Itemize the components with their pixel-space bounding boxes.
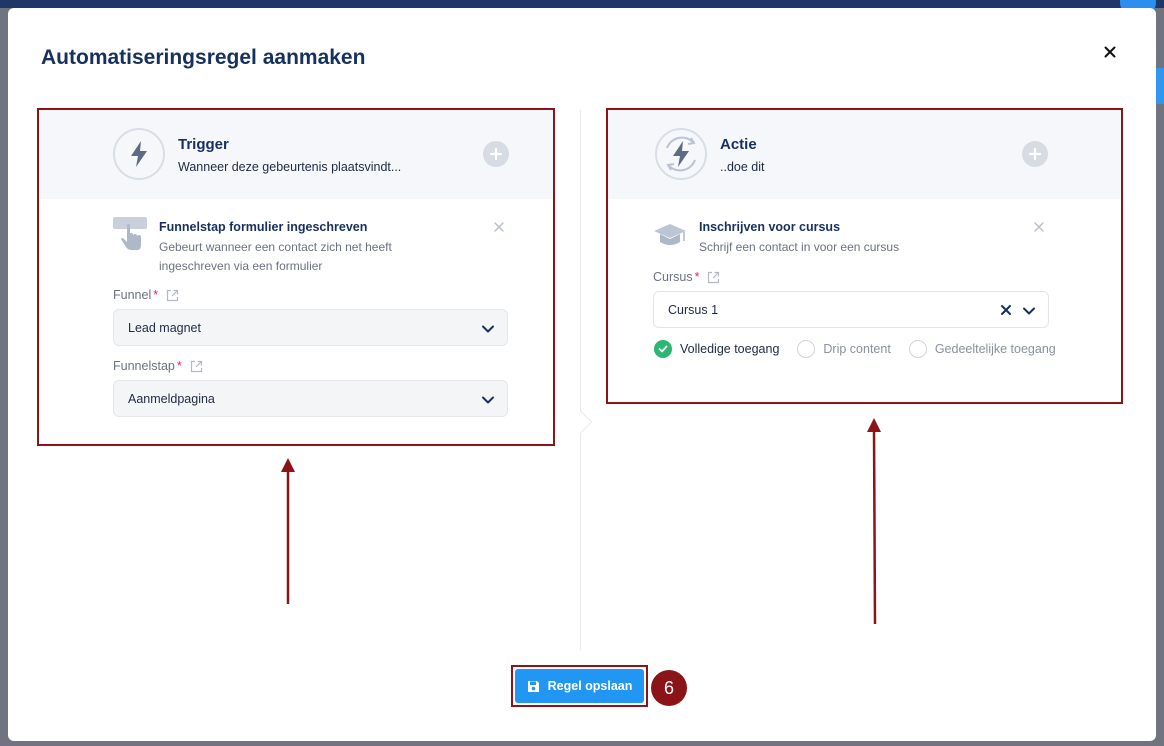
course-select-value: Cursus 1: [668, 302, 719, 317]
hand-pointer-icon: [113, 216, 149, 257]
check-icon: [654, 340, 672, 358]
close-icon: [1034, 222, 1044, 232]
funnelstep-label: Funnelstap *: [113, 359, 203, 373]
course-label: Cursus *: [653, 270, 720, 284]
course-select[interactable]: Cursus 1: [653, 291, 1049, 328]
trigger-item-title: Funnelstap formulier ingeschreven: [159, 220, 368, 234]
action-panel: Actie ..doe dit Inschrijven voor cursus …: [608, 110, 1121, 402]
lightning-icon: [113, 128, 165, 180]
access-option-full[interactable]: Volledige toegang: [654, 340, 779, 358]
external-link-icon[interactable]: [707, 271, 720, 284]
modal-title: Automatiseringsregel aanmaken: [41, 46, 366, 69]
trigger-subtitle: Wanneer deze gebeurtenis plaatsvindt...: [178, 160, 402, 174]
remove-trigger-button[interactable]: [493, 220, 507, 234]
close-icon: [494, 222, 504, 232]
lightning-cycle-icon: [655, 128, 707, 180]
funnel-select[interactable]: Lead magnet: [113, 309, 508, 346]
chevron-down-icon: [482, 396, 494, 404]
required-mark: *: [176, 359, 182, 373]
trigger-item-description-line: Gebeurt wanneer een contact zich net hee…: [159, 240, 392, 254]
arrow-up-icon: [281, 458, 295, 604]
step-badge: 6: [651, 670, 687, 706]
save-icon: [527, 680, 539, 692]
action-title: Actie: [720, 136, 757, 153]
add-trigger-button[interactable]: [483, 141, 509, 167]
divider-notch: [569, 410, 593, 434]
app-topbar: [0, 0, 1164, 8]
clear-icon[interactable]: [1000, 304, 1012, 316]
save-rule-button[interactable]: Regel opslaan: [515, 669, 644, 703]
funnel-select-value: Lead magnet: [128, 320, 201, 335]
remove-action-button[interactable]: [1033, 220, 1047, 234]
action-item-description: Schrijf een contact in voor een cursus: [699, 240, 900, 254]
add-action-button[interactable]: [1022, 141, 1048, 167]
funnelstep-select-value: Aanmeldpagina: [128, 391, 215, 406]
access-options: Volledige toegang Drip content Gedeeltel…: [654, 340, 1074, 358]
course-label-text: Cursus: [653, 270, 693, 284]
close-button[interactable]: [1098, 40, 1122, 64]
save-rule-label: Regel opslaan: [547, 679, 633, 693]
save-highlight: Regel opslaan: [511, 665, 648, 707]
required-mark: *: [153, 288, 159, 302]
close-icon: [1104, 46, 1116, 58]
automation-rule-modal: Automatiseringsregel aanmaken Trigger Wa…: [8, 8, 1156, 741]
funnel-label: Funnel *: [113, 288, 179, 302]
column-divider: [580, 110, 581, 650]
action-item-title: Inschrijven voor cursus: [699, 220, 841, 234]
required-mark: *: [694, 270, 700, 284]
chevron-down-icon: [482, 325, 494, 333]
funnel-label-text: Funnel: [113, 288, 152, 302]
action-header: Actie ..doe dit: [608, 110, 1121, 199]
funnelstep-select[interactable]: Aanmeldpagina: [113, 380, 508, 417]
external-link-icon[interactable]: [190, 360, 203, 373]
trigger-item-description: Gebeurt wanneer een contact zich net hee…: [159, 238, 392, 276]
action-subtitle: ..doe dit: [720, 160, 765, 174]
trigger-item-description-line: ingeschreven via een formulier: [159, 259, 323, 273]
funnelstep-label-text: Funnelstap: [113, 359, 175, 373]
access-option-drip[interactable]: Drip content: [797, 340, 891, 358]
trigger-panel: Trigger Wanneer deze gebeurtenis plaatsv…: [40, 110, 553, 443]
trigger-title: Trigger: [178, 136, 229, 153]
external-link-icon[interactable]: [166, 289, 179, 302]
access-option-partial[interactable]: Gedeeltelijke toegang: [908, 340, 1056, 358]
plus-icon: [490, 148, 502, 160]
access-option-label: Volledige toegang: [680, 342, 780, 356]
trigger-header: Trigger Wanneer deze gebeurtenis plaatsv…: [40, 110, 553, 199]
chevron-down-icon: [1023, 307, 1035, 315]
plus-icon: [1029, 148, 1041, 160]
graduation-cap-icon: [653, 222, 687, 255]
radio-icon: [908, 340, 927, 358]
arrow-up-icon: [867, 418, 881, 625]
radio-icon: [797, 340, 816, 358]
access-option-label: Gedeeltelijke toegang: [934, 342, 1056, 356]
access-option-label: Drip content: [823, 342, 891, 356]
